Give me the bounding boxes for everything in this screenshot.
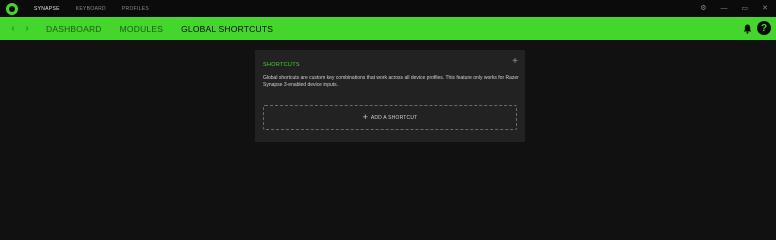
plus-icon: + — [362, 112, 368, 122]
card-description: Global shortcuts are custom key combinat… — [263, 75, 519, 88]
help-icon[interactable]: ? — [757, 21, 771, 35]
title-bar: SYNAPSE KEYBOARD PROFILES ⚙ — ▭ ✕ — [0, 0, 776, 17]
add-shortcut-button[interactable]: + ADD A SHORTCUT — [263, 105, 517, 130]
tab-synapse[interactable]: SYNAPSE — [34, 6, 60, 12]
window-controls: ⚙ — ▭ ✕ — [700, 0, 768, 17]
nav-modules[interactable]: MODULES — [120, 24, 163, 34]
maximize-icon[interactable]: ▭ — [742, 0, 749, 17]
settings-icon[interactable]: ⚙ — [700, 0, 706, 17]
nav-bar: ‹ › DASHBOARD MODULES GLOBAL SHORTCUTS — [0, 17, 776, 40]
nav-dashboard[interactable]: DASHBOARD — [46, 24, 102, 34]
shortcuts-card: SHORTCUTS + Global shortcuts are custom … — [255, 50, 525, 142]
tab-profiles[interactable]: PROFILES — [122, 6, 149, 12]
close-icon[interactable]: ✕ — [762, 0, 768, 17]
tab-keyboard[interactable]: KEYBOARD — [76, 6, 106, 12]
notification-bell-icon[interactable] — [742, 23, 752, 34]
razer-logo-icon[interactable] — [6, 2, 18, 15]
nav-global-shortcuts[interactable]: GLOBAL SHORTCUTS — [181, 24, 273, 34]
add-icon[interactable]: + — [512, 56, 518, 67]
card-title: SHORTCUTS — [263, 62, 300, 68]
minimize-icon[interactable]: — — [721, 0, 728, 17]
back-arrow-icon[interactable]: ‹ — [8, 23, 18, 34]
forward-arrow-icon[interactable]: › — [22, 23, 32, 34]
add-shortcut-label: ADD A SHORTCUT — [370, 114, 418, 121]
